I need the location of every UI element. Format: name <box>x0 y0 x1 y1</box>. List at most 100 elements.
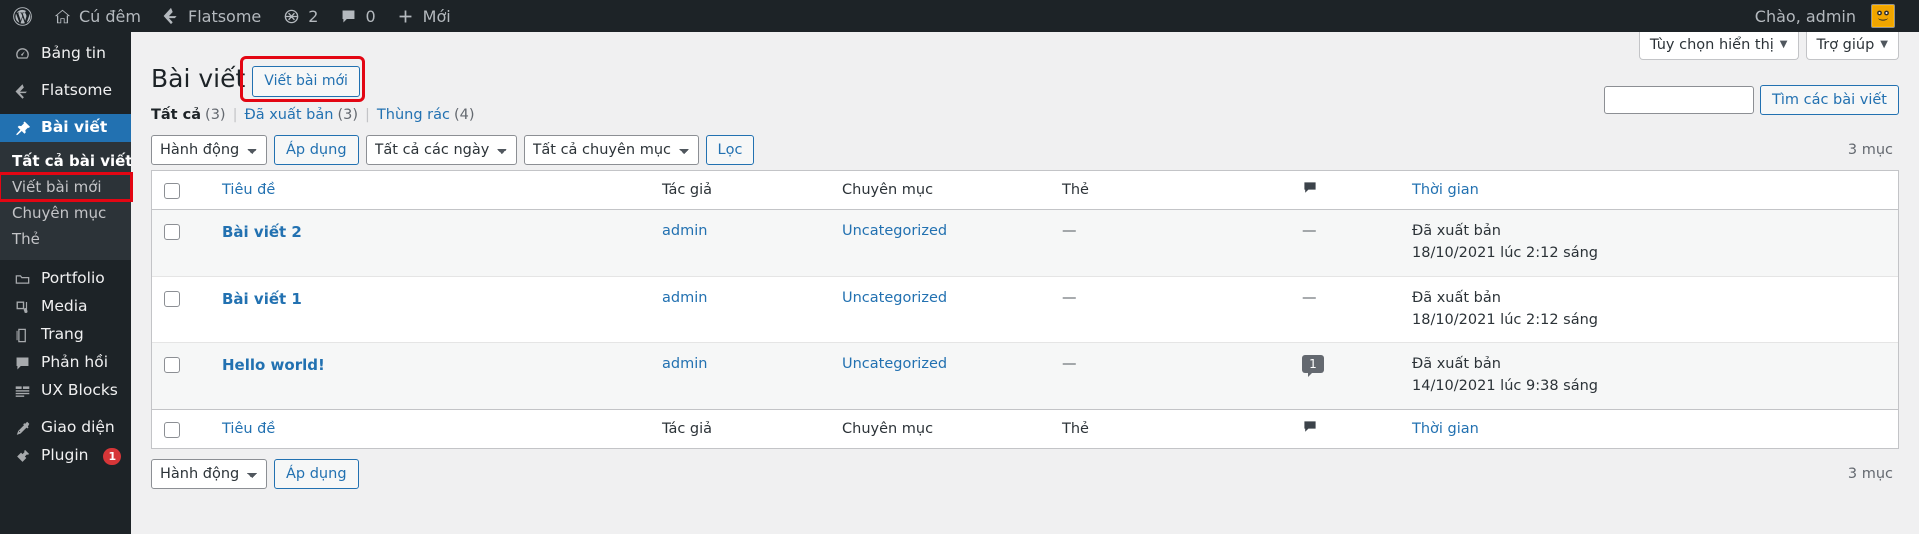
search-posts-button[interactable]: Tìm các bài viết <box>1759 85 1899 115</box>
displaying-num-bottom: 3 mục <box>1847 465 1893 482</box>
select-all-checkbox-bottom[interactable] <box>164 421 180 438</box>
sidebar-item-flatsome[interactable]: Flatsome <box>0 77 131 105</box>
column-header-date-link[interactable]: Thời gian <box>1412 182 1479 198</box>
view-all-count: (3) <box>205 107 226 124</box>
row-spacer-cell <box>1682 277 1898 344</box>
sidebar-item-pages[interactable]: Trang <box>0 321 131 349</box>
table-head: Tiêu đề Tác giả Chuyên mục Thẻ Thời gian <box>152 171 1898 211</box>
comments-icon <box>12 353 32 373</box>
view-all-link[interactable]: Tất cả <box>151 107 201 123</box>
sidebar-item-appearance[interactable]: Giao diện <box>0 414 131 442</box>
view-published[interactable]: Đã xuất bản (3) <box>244 107 358 123</box>
view-divider: | <box>232 107 238 124</box>
view-trash-link[interactable]: Thùng rác <box>377 107 450 123</box>
admin-bar-left: Cú đêm Flatsome 2 0 Mới <box>0 0 461 32</box>
column-footer-date[interactable]: Thời gian <box>1402 408 1682 448</box>
post-comments-value: — <box>1302 289 1317 306</box>
row-date-cell: Đã xuất bản 18/10/2021 lúc 2:12 sáng <box>1402 210 1682 277</box>
apply-bulk-action-button-bottom[interactable]: Áp dụng <box>274 458 359 489</box>
sidebar-item-posts[interactable]: Bài viết <box>0 114 139 142</box>
sidebar-item-ux-blocks[interactable]: UX Blocks <box>0 377 131 405</box>
column-header-date[interactable]: Thời gian <box>1402 171 1682 211</box>
table-row[interactable]: Bài viết 1 admin Uncategorized — — Đã xu… <box>152 276 1898 344</box>
post-comment-count-bubble[interactable]: 1 <box>1302 355 1324 378</box>
post-tags-value: — <box>1062 223 1077 240</box>
post-category-link[interactable]: Uncategorized <box>842 290 947 306</box>
new-content-menu[interactable]: Mới <box>386 0 461 32</box>
column-footer-title[interactable]: Tiêu đề <box>212 408 652 448</box>
table-row[interactable]: Bài viết 2 admin Uncategorized — — Đã xu… <box>152 210 1898 277</box>
column-footer-title-link[interactable]: Tiêu đề <box>222 421 275 437</box>
apply-bulk-action-button-top[interactable]: Áp dụng <box>274 135 359 166</box>
media-icon <box>12 297 32 317</box>
submenu-item-all-posts[interactable]: Tất cả bài viết <box>0 148 132 174</box>
post-author-link[interactable]: admin <box>662 223 707 239</box>
select-all-checkbox-top[interactable] <box>164 183 180 200</box>
submenu-item-label: Thẻ <box>12 230 40 248</box>
category-filter-select[interactable]: Tất cả chuyên mục <box>523 135 699 166</box>
plugin-update-badge: 1 <box>103 447 122 465</box>
site-name-menu[interactable]: Cú đêm <box>42 0 151 32</box>
comment-icon <box>1302 180 1318 200</box>
sidebar-item-portfolio[interactable]: Portfolio <box>0 265 131 293</box>
post-author-link[interactable]: admin <box>662 290 707 306</box>
wordpress-logo-menu[interactable] <box>0 0 42 32</box>
date-filter-select[interactable]: Tất cả các ngày <box>365 135 517 166</box>
submenu-item-tags[interactable]: Thẻ <box>0 226 131 252</box>
post-title-link[interactable]: Bài viết 2 <box>222 223 302 241</box>
displaying-num-top: 3 mục <box>1847 142 1893 159</box>
row-categories-cell: Uncategorized <box>832 343 1052 409</box>
flatsome-menu[interactable]: Flatsome <box>151 0 271 32</box>
sidebar-item-label: Bài viết <box>41 118 108 137</box>
search-input[interactable] <box>1603 86 1754 114</box>
flatsome-label: Flatsome <box>187 6 262 26</box>
column-footer-comments[interactable] <box>1292 408 1402 448</box>
post-title-link[interactable]: Bài viết 1 <box>222 290 302 308</box>
filter-button[interactable]: Lọc <box>705 135 755 166</box>
column-header-title-link[interactable]: Tiêu đề <box>222 182 275 198</box>
column-footer-date-link[interactable]: Thời gian <box>1412 421 1479 437</box>
submenu-item-categories[interactable]: Chuyên mục <box>0 200 131 226</box>
row-checkbox[interactable] <box>164 357 180 374</box>
pin-icon <box>12 118 32 138</box>
tablenav-top: Hành động Áp dụng Tất cả các ngày Tất cả… <box>151 134 1899 166</box>
view-all[interactable]: Tất cả (3) <box>151 107 226 123</box>
row-checkbox[interactable] <box>164 224 180 241</box>
row-checkbox[interactable] <box>164 290 180 307</box>
admin-body: Bảng tin Flatsome Bài viết Tất cả bài vi… <box>0 32 1919 534</box>
menu-separator <box>0 68 131 77</box>
comments-menu[interactable]: 0 <box>328 0 385 32</box>
post-category-link[interactable]: Uncategorized <box>842 356 947 372</box>
row-author-cell: admin <box>652 210 832 277</box>
column-footer-tags-label: Thẻ <box>1062 420 1089 437</box>
dashboard-icon <box>12 44 32 64</box>
updates-menu[interactable]: 2 <box>271 0 328 32</box>
sidebar-item-label: Bảng tin <box>41 44 106 63</box>
submenu-item-label: Chuyên mục <box>12 204 107 222</box>
column-header-comments[interactable] <box>1292 171 1402 211</box>
row-author-cell: admin <box>652 343 832 409</box>
bulk-action-select-top[interactable]: Hành động <box>151 135 267 166</box>
my-account-menu[interactable]: Chào, admin <box>1743 0 1905 32</box>
sidebar-item-plugins[interactable]: Plugin 1 <box>0 442 131 470</box>
sidebar-item-media[interactable]: Media <box>0 293 131 321</box>
post-category-link[interactable]: Uncategorized <box>842 223 947 239</box>
post-author-link[interactable]: admin <box>662 356 707 372</box>
row-date-cell: Đã xuất bản 14/10/2021 lúc 9:38 sáng <box>1402 343 1682 409</box>
sidebar-item-comments[interactable]: Phản hồi <box>0 349 131 377</box>
post-tags-value: — <box>1062 289 1077 306</box>
column-header-title[interactable]: Tiêu đề <box>212 171 652 211</box>
sidebar-item-label: Phản hồi <box>41 353 109 372</box>
view-published-link[interactable]: Đã xuất bản <box>244 107 333 123</box>
submenu-item-add-new-post[interactable]: Viết bài mới <box>0 172 133 202</box>
sidebar-item-label: Giao diện <box>41 418 115 437</box>
view-trash[interactable]: Thùng rác (4) <box>377 107 475 123</box>
bulk-action-select-bottom[interactable]: Hành động <box>151 458 267 489</box>
row-comments-cell: 1 <box>1292 343 1402 409</box>
post-title-link[interactable]: Hello world! <box>222 356 325 374</box>
table-row[interactable]: Hello world! admin Uncategorized — 1 Đã … <box>152 343 1898 409</box>
sidebar-item-dashboard[interactable]: Bảng tin <box>0 40 131 68</box>
row-select-cell <box>152 343 212 409</box>
sidebar-item-label: Flatsome <box>41 81 112 100</box>
add-new-post-button[interactable]: Viết bài mới <box>252 66 360 98</box>
